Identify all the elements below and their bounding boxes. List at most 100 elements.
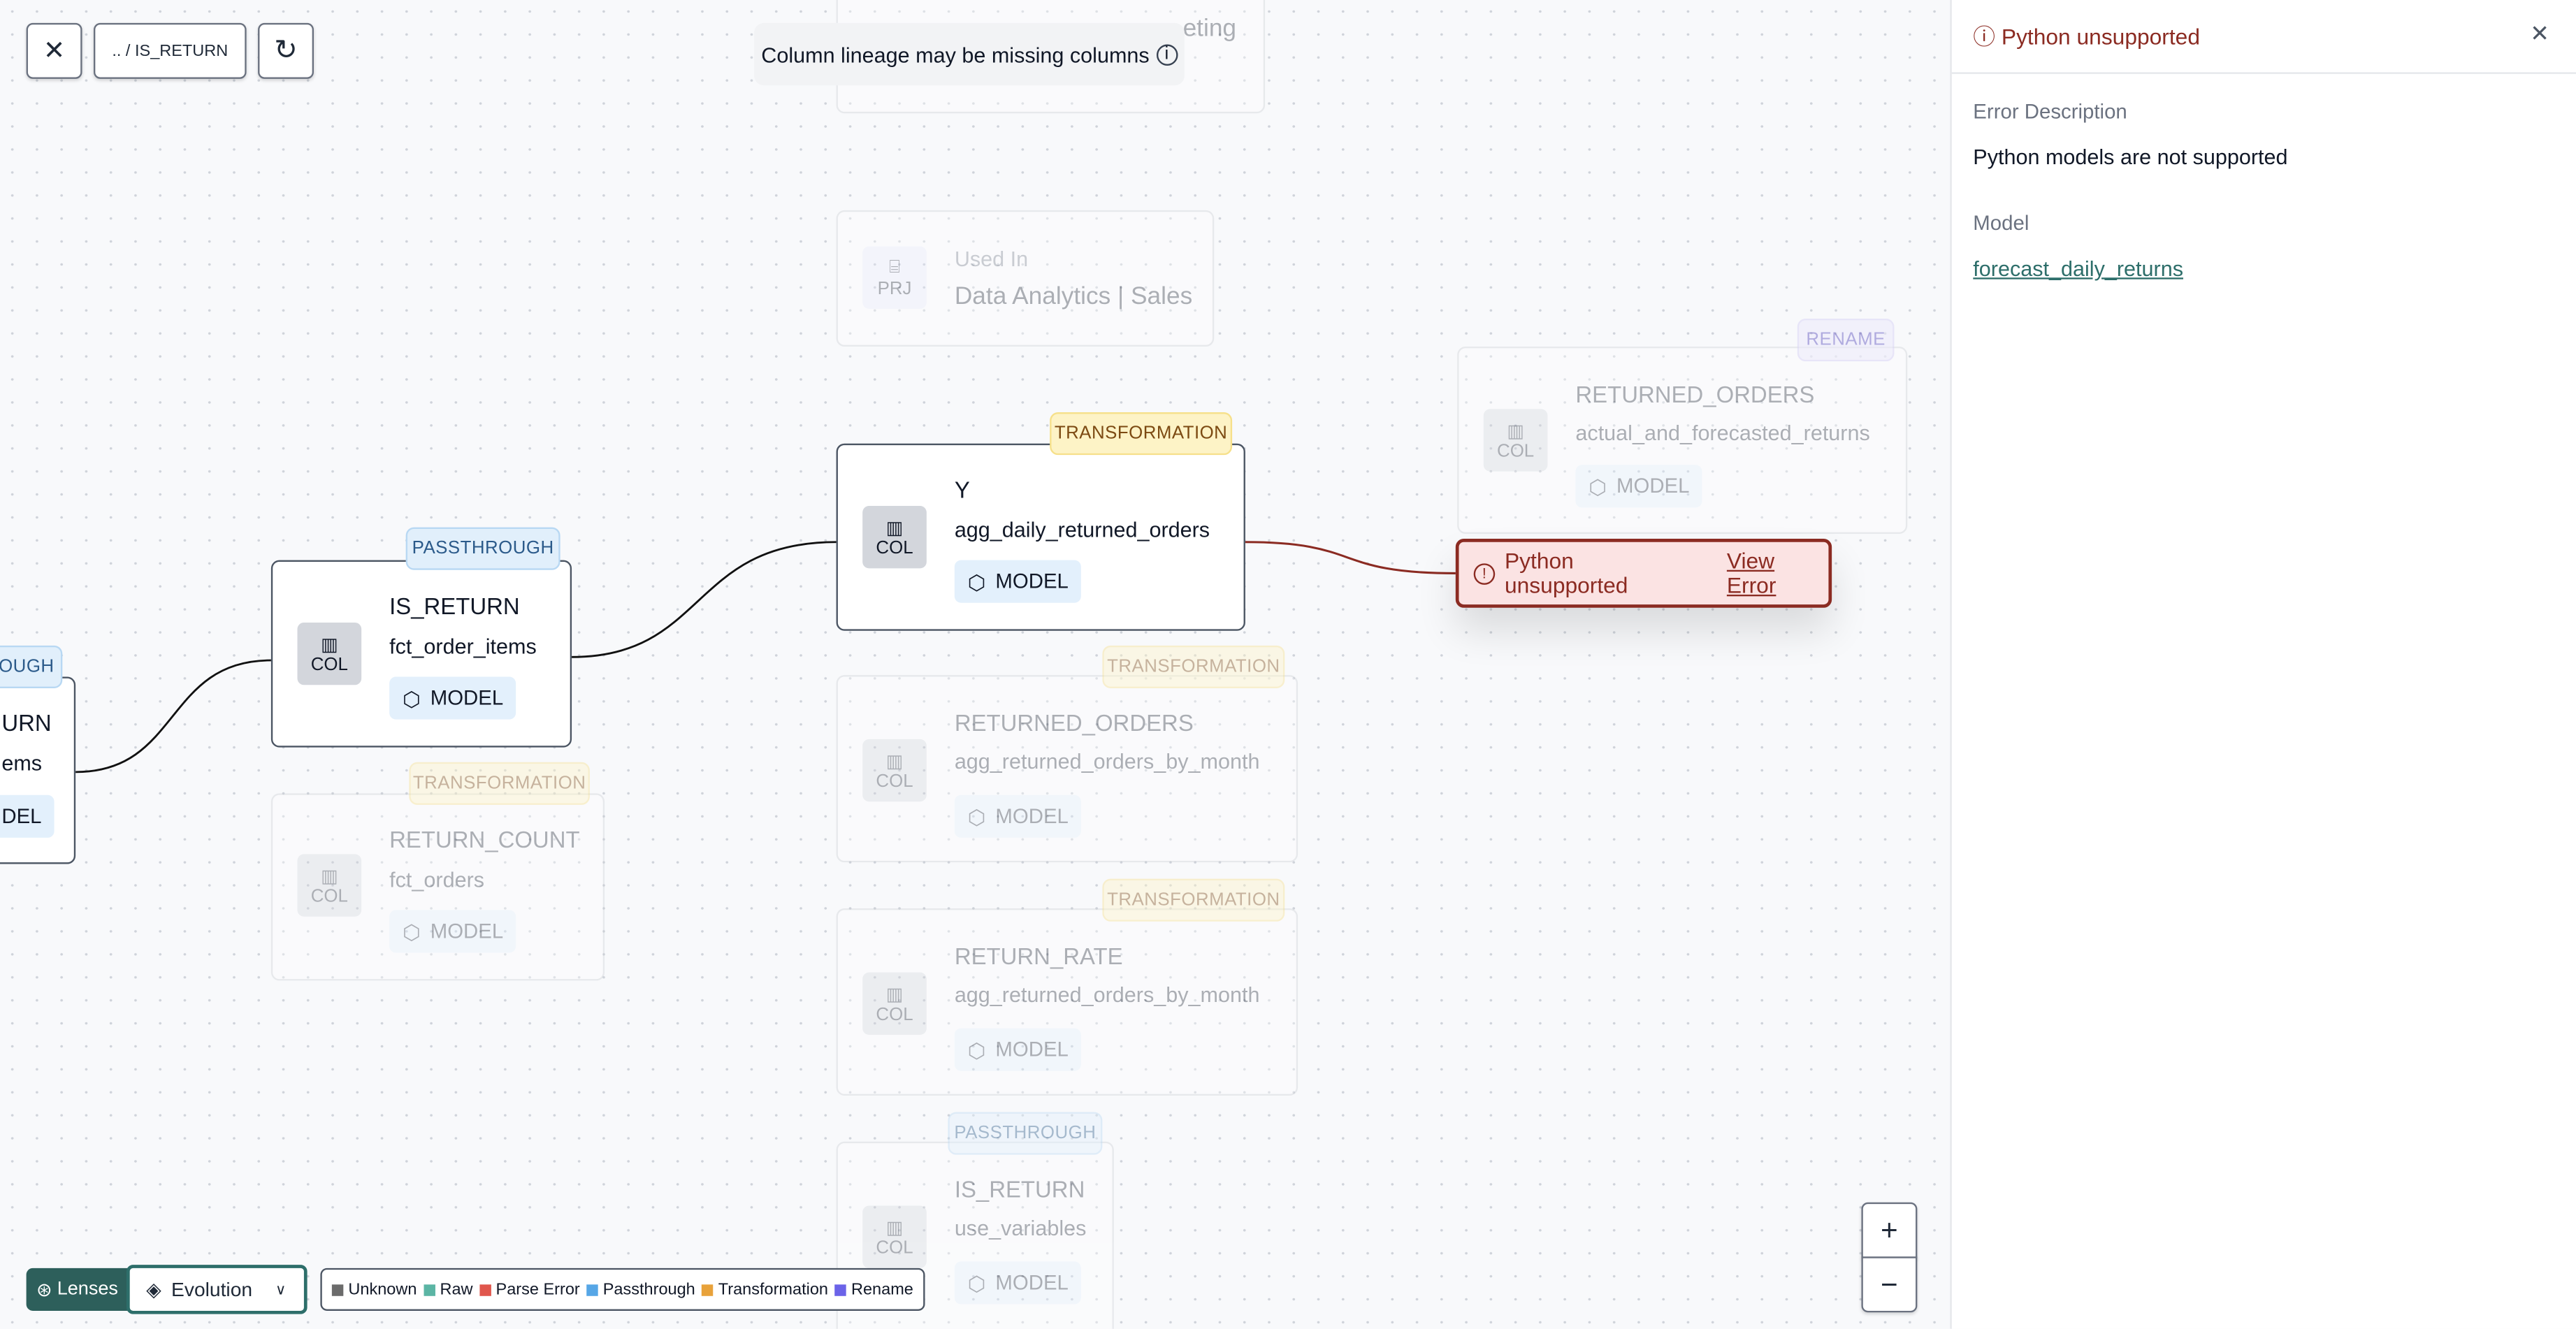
refresh-button[interactable]: ↻ <box>258 22 314 79</box>
model-pill[interactable]: ⬡ MODEL <box>954 560 1082 603</box>
legend-swatch <box>423 1284 435 1295</box>
cube-icon: ⬡ <box>402 687 421 711</box>
column-icon: ▥ COL <box>862 506 927 569</box>
error-description: Python models are not supported <box>1973 144 2288 170</box>
column-name: Y <box>954 476 970 503</box>
chevron-down-icon: ∨ <box>275 1280 287 1297</box>
x-icon: ✕ <box>43 38 66 66</box>
column-name: URN <box>1 709 52 736</box>
project-icon: ⌸ PRJ <box>862 246 927 309</box>
node-return-count[interactable]: ▥ COL RETURN_COUNT fct_orders ⬡ MODEL <box>270 793 605 981</box>
legend-label: Rename <box>851 1280 913 1299</box>
column-name: RETURN_COUNT <box>389 826 580 853</box>
cube-icon: ⬡ <box>967 806 986 829</box>
edge-left-to-is-return <box>75 659 271 774</box>
node-is-return[interactable]: ▥ COL IS_RETURN fct_order_items ⬡ MODEL <box>270 560 572 748</box>
aperture-icon: ⊛ <box>36 1281 52 1301</box>
model-name: fct_orders <box>389 867 485 892</box>
breadcrumb[interactable]: .. / IS_RETURN <box>93 22 247 79</box>
legend-swatch <box>331 1284 344 1295</box>
legend-swatch <box>834 1284 846 1295</box>
column-name: RETURNED_ORDERS <box>1575 381 1815 407</box>
model-name: agg_returned_orders_by_month <box>954 982 1260 1008</box>
layers-icon: ◈ <box>146 1277 161 1301</box>
column-icon: ▥ COL <box>1483 409 1548 472</box>
model-pill: ⬡ MODEL <box>954 1261 1082 1305</box>
edge-y-to-error <box>1245 541 1456 574</box>
model-pill[interactable]: DEL <box>0 794 55 838</box>
warning-text: Column lineage may be missing columns <box>761 41 1150 67</box>
lenses-button[interactable]: ⊛ Lenses <box>26 1268 129 1311</box>
model-pill: ⬡ MODEL <box>1575 465 1703 508</box>
zoom-out-button[interactable]: − <box>1861 1256 1918 1313</box>
legend-swatch <box>702 1284 714 1295</box>
column-icon: ▥ COL <box>862 972 927 1036</box>
cube-icon: ⬡ <box>1589 475 1607 499</box>
legend-item: Passthrough <box>586 1280 695 1298</box>
legend-swatch <box>586 1284 598 1295</box>
legend-label: Parse Error <box>495 1280 580 1299</box>
close-button[interactable]: ✕ <box>26 22 82 79</box>
column-icon: ▥ COL <box>862 739 927 802</box>
passthrough-badge: OUGH <box>0 645 63 688</box>
legend: Unknown Raw Parse Error Passthrough Transfor… <box>320 1268 925 1311</box>
passthrough-badge: PASSTHROUGH <box>405 527 560 570</box>
model-link[interactable]: forecast_daily_returns <box>1973 256 2183 281</box>
column-name: IS_RETURN <box>954 1176 1085 1203</box>
legend-swatch <box>479 1284 491 1295</box>
column-name: RETURN_RATE <box>954 943 1123 969</box>
legend-label: Raw <box>440 1280 473 1299</box>
column-icon: ▥ COL <box>297 622 362 685</box>
legend-label: Passthrough <box>602 1280 695 1299</box>
error-text: Python unsupported <box>1505 549 1628 598</box>
lineage-canvas[interactable]: ✕ .. / IS_RETURN ↻ eting Column lineage … <box>0 0 2576 1329</box>
legend-label: Unknown <box>348 1280 417 1299</box>
transformation-badge: TRANSFORMATION <box>1102 878 1285 922</box>
transformation-badge: TRANSFORMATION <box>1050 412 1233 456</box>
model-pill: ⬡ MODEL <box>954 1028 1082 1071</box>
node-used-in[interactable]: ⌸ PRJ Used In Data Analytics | Sales <box>836 210 1215 347</box>
view-error-link[interactable]: View Error <box>1727 549 1829 598</box>
model-name: agg_returned_orders_by_month <box>954 748 1260 774</box>
node-returned-orders-forecast[interactable]: ▥ COL RETURNED_ORDERS actual_and_forecast… <box>1457 347 1908 535</box>
passthrough-badge: PASSTHROUGH <box>948 1112 1103 1155</box>
legend-item: Parse Error <box>479 1280 580 1298</box>
legend-item: Raw <box>423 1280 473 1299</box>
model-label: Model <box>1973 212 2029 235</box>
info-icon[interactable]: i <box>1156 43 1178 65</box>
node-return-rate[interactable]: ▥ COL RETURN_RATE agg_returned_orders_by_… <box>836 908 1298 1096</box>
panel-header: ⓘ Python unsupported ✕ <box>1951 0 2576 74</box>
legend-item: Rename <box>834 1280 913 1299</box>
edge-is-return-to-y <box>572 541 837 658</box>
close-panel-button[interactable]: ✕ <box>2530 20 2549 48</box>
transformation-badge: TRANSFORMATION <box>409 762 590 805</box>
panel-title: ⓘ Python unsupported <box>1973 24 2200 50</box>
zoom-in-button[interactable]: + <box>1861 1202 1918 1258</box>
model-name: fct_order_items <box>389 634 537 659</box>
cube-icon: ⬡ <box>967 1272 986 1295</box>
model-name: agg_daily_returned_orders <box>954 517 1210 542</box>
column-icon: ▥ COL <box>297 854 362 917</box>
legend-item: Unknown <box>331 1280 417 1299</box>
column-name: IS_RETURN <box>389 593 520 620</box>
legend-label: Transformation <box>718 1280 828 1299</box>
model-name: ems <box>1 750 43 776</box>
column-icon: ▥ COL <box>862 1205 927 1268</box>
lens-select[interactable]: ◈ Evolution ∨ <box>126 1265 307 1314</box>
error-description-label: Error Description <box>1973 100 2127 124</box>
model-pill[interactable]: ⬡ MODEL <box>389 676 517 720</box>
node-left-partial[interactable]: URN ems DEL <box>0 676 76 864</box>
column-name: RETURNED_ORDERS <box>954 709 1194 736</box>
used-in-value: Data Analytics | Sales <box>954 282 1193 311</box>
model-name: use_variables <box>954 1215 1087 1240</box>
model-pill: ⬡ MODEL <box>954 794 1082 838</box>
cube-icon: ⬡ <box>402 920 421 944</box>
error-node[interactable]: ! Python unsupported View Error <box>1455 539 1832 608</box>
node-returned-orders[interactable]: ▥ COL RETURNED_ORDERS agg_returned_orders… <box>836 675 1298 863</box>
node-y[interactable]: ▥ COL Y agg_daily_returned_orders ⬡ MODEL <box>836 443 1245 631</box>
alert-circle-icon: ! <box>1473 562 1495 584</box>
node-text: eting <box>1182 15 1237 43</box>
transformation-badge: TRANSFORMATION <box>1102 645 1285 688</box>
alert-circle-icon: ⓘ <box>1973 24 1996 50</box>
refresh-icon: ↻ <box>274 34 298 66</box>
